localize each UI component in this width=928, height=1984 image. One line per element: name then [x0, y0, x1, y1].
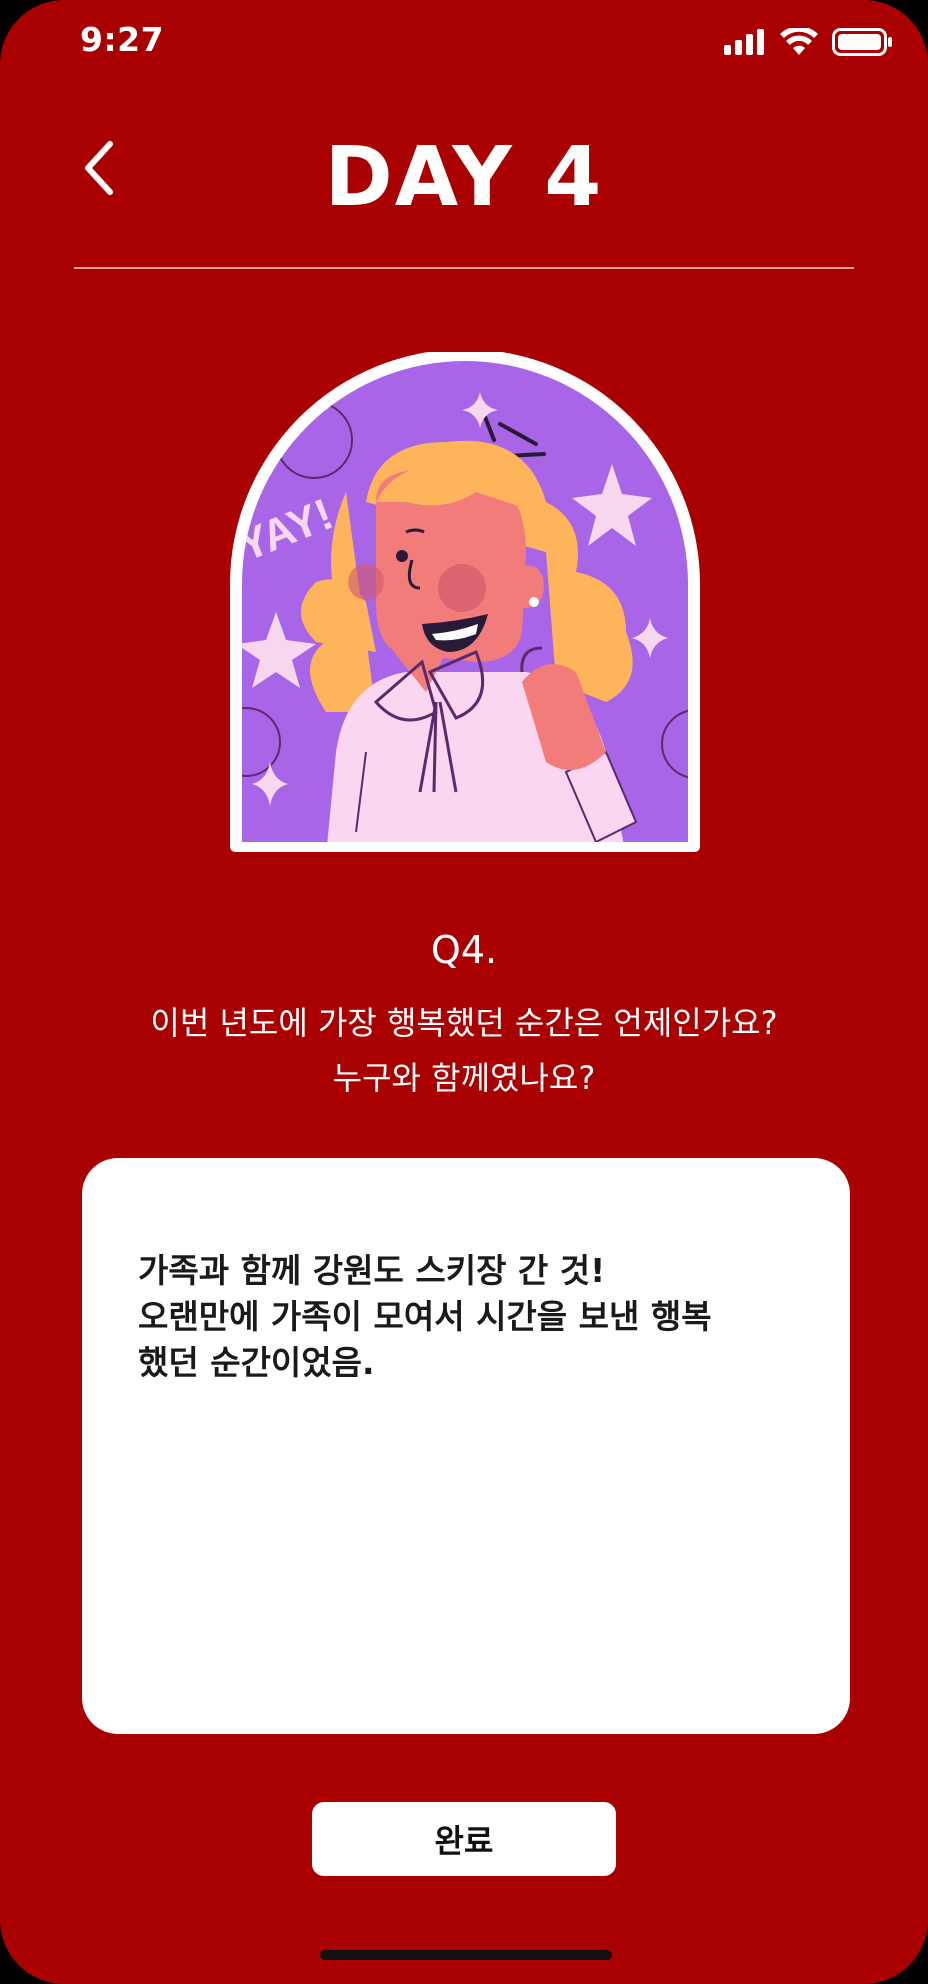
answer-card[interactable]: 가족과 함께 강원도 스키장 간 것! 오랜만에 가족이 모여서 시간을 보낸 … — [82, 1158, 850, 1734]
answer-text[interactable]: 가족과 함께 강원도 스키장 간 것! 오랜만에 가족이 모여서 시간을 보낸 … — [138, 1248, 810, 1386]
page-title: DAY 4 — [324, 130, 604, 225]
home-indicator — [320, 1950, 612, 1960]
celebration-illustration: YAY! — [230, 352, 700, 852]
status-icons — [724, 28, 892, 56]
signal-icon — [724, 29, 764, 55]
status-time: 9:27 — [80, 20, 165, 59]
question-text: 이번 년도에 가장 행복했던 순간은 언제인가요? 누구와 함께였나요? — [150, 1004, 778, 1097]
battery-icon — [832, 28, 892, 56]
complete-button[interactable]: 완료 — [312, 1802, 616, 1876]
wifi-icon — [780, 28, 818, 55]
question-number: Q4. — [430, 928, 498, 972]
header-divider — [74, 267, 854, 269]
app-screen: 9:27 DAY 4 YAY! Q4. 이번 년도에 가장 행복했던 순간은 언… — [0, 0, 928, 1984]
